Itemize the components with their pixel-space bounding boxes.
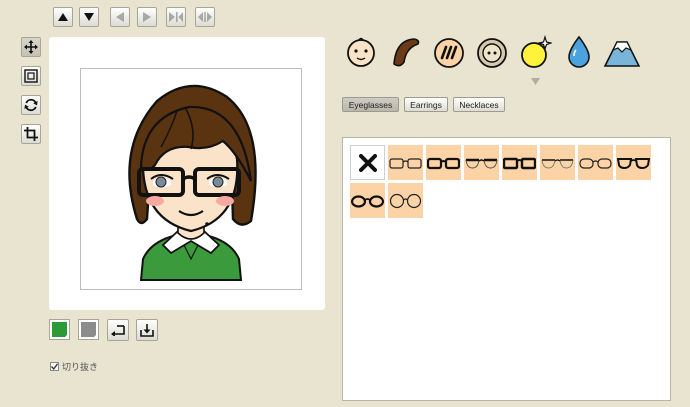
item-glasses-5[interactable]: [540, 145, 575, 180]
swap-icon: [198, 12, 212, 22]
mountain-icon: [603, 41, 641, 67]
item-glasses-3[interactable]: [464, 145, 499, 180]
item-none[interactable]: [350, 145, 385, 180]
triangle-down-icon: [84, 13, 94, 21]
swap-button[interactable]: [195, 7, 215, 27]
water-drop-icon: [568, 35, 590, 68]
triangle-right-icon: [143, 12, 151, 22]
item-glasses-2[interactable]: [426, 145, 461, 180]
tab-earrings[interactable]: Earrings: [404, 97, 448, 112]
category-face[interactable]: [345, 34, 377, 70]
crop-icon: [24, 127, 38, 141]
scale-icon: [24, 69, 38, 83]
item-glasses-9[interactable]: [388, 183, 423, 218]
triangle-left-icon: [116, 12, 124, 22]
eyeglasses-icon: [541, 158, 574, 168]
eyeglasses-icon: [427, 157, 460, 169]
tab-eyeglasses[interactable]: Eyeglasses: [342, 97, 399, 112]
item-glasses-7[interactable]: [616, 145, 651, 180]
eyeglasses-icon: [351, 194, 384, 208]
crop-checkbox-row[interactable]: 切り抜き: [50, 360, 98, 373]
crop-tool-button[interactable]: [21, 124, 41, 144]
category-background[interactable]: [603, 34, 641, 70]
primary-color-fill: [52, 322, 68, 338]
canvas-panel: [49, 37, 325, 310]
flip-horizontal-button[interactable]: [166, 7, 186, 27]
eyeglasses-icon: [389, 157, 422, 169]
save-button[interactable]: [136, 319, 158, 341]
move-tool-button[interactable]: [21, 37, 41, 57]
secondary-color-fill: [81, 322, 97, 338]
eyeglasses-icon: [465, 158, 498, 168]
button-eyes-icon: [477, 38, 507, 68]
primary-color-swatch[interactable]: [49, 319, 70, 340]
previous-button[interactable]: [110, 7, 130, 27]
eyebrows-icon: [434, 38, 464, 68]
item-glasses-1[interactable]: [388, 145, 423, 180]
tab-necklaces[interactable]: Necklaces: [453, 97, 505, 112]
eyeglasses-icon: [503, 157, 536, 169]
rotate-tool-button[interactable]: [21, 95, 41, 115]
sparkle-icon: [521, 34, 554, 68]
crop-checkbox-label: 切り抜き: [62, 362, 99, 372]
scale-tool-button[interactable]: [21, 66, 41, 86]
category-hair[interactable]: [390, 34, 422, 70]
triangle-up-icon: [58, 13, 68, 21]
undo-icon: [111, 325, 125, 336]
flip-icon: [169, 12, 183, 22]
avatar-canvas[interactable]: [80, 68, 302, 290]
crop-checkbox[interactable]: [50, 362, 59, 371]
chevron-down-icon: [531, 78, 540, 85]
secondary-color-swatch[interactable]: [78, 319, 99, 340]
category-tears[interactable]: [563, 34, 595, 70]
undo-button[interactable]: [107, 319, 129, 341]
move-icon: [24, 40, 38, 54]
check-icon: [51, 363, 58, 370]
avatar-image: [128, 84, 257, 281]
hair-icon: [393, 38, 420, 67]
item-glasses-8[interactable]: [350, 183, 385, 218]
eyeglasses-icon: [579, 157, 612, 169]
send-backward-button[interactable]: [79, 7, 99, 27]
category-accessories[interactable]: [520, 34, 554, 70]
eyeglasses-icon: [617, 157, 650, 169]
category-eyebrows[interactable]: [433, 34, 465, 70]
download-icon: [140, 323, 154, 337]
eyeglasses-icon: [389, 193, 422, 208]
baby-face-icon: [347, 37, 375, 67]
selected-category-indicator: [531, 77, 540, 87]
item-glasses-6[interactable]: [578, 145, 613, 180]
close-icon: [358, 153, 377, 172]
next-button[interactable]: [137, 7, 157, 27]
items-panel: [342, 137, 671, 401]
item-glasses-4[interactable]: [502, 145, 537, 180]
category-eyes[interactable]: [476, 34, 508, 70]
rotate-icon: [24, 98, 38, 112]
bring-forward-button[interactable]: [53, 7, 73, 27]
